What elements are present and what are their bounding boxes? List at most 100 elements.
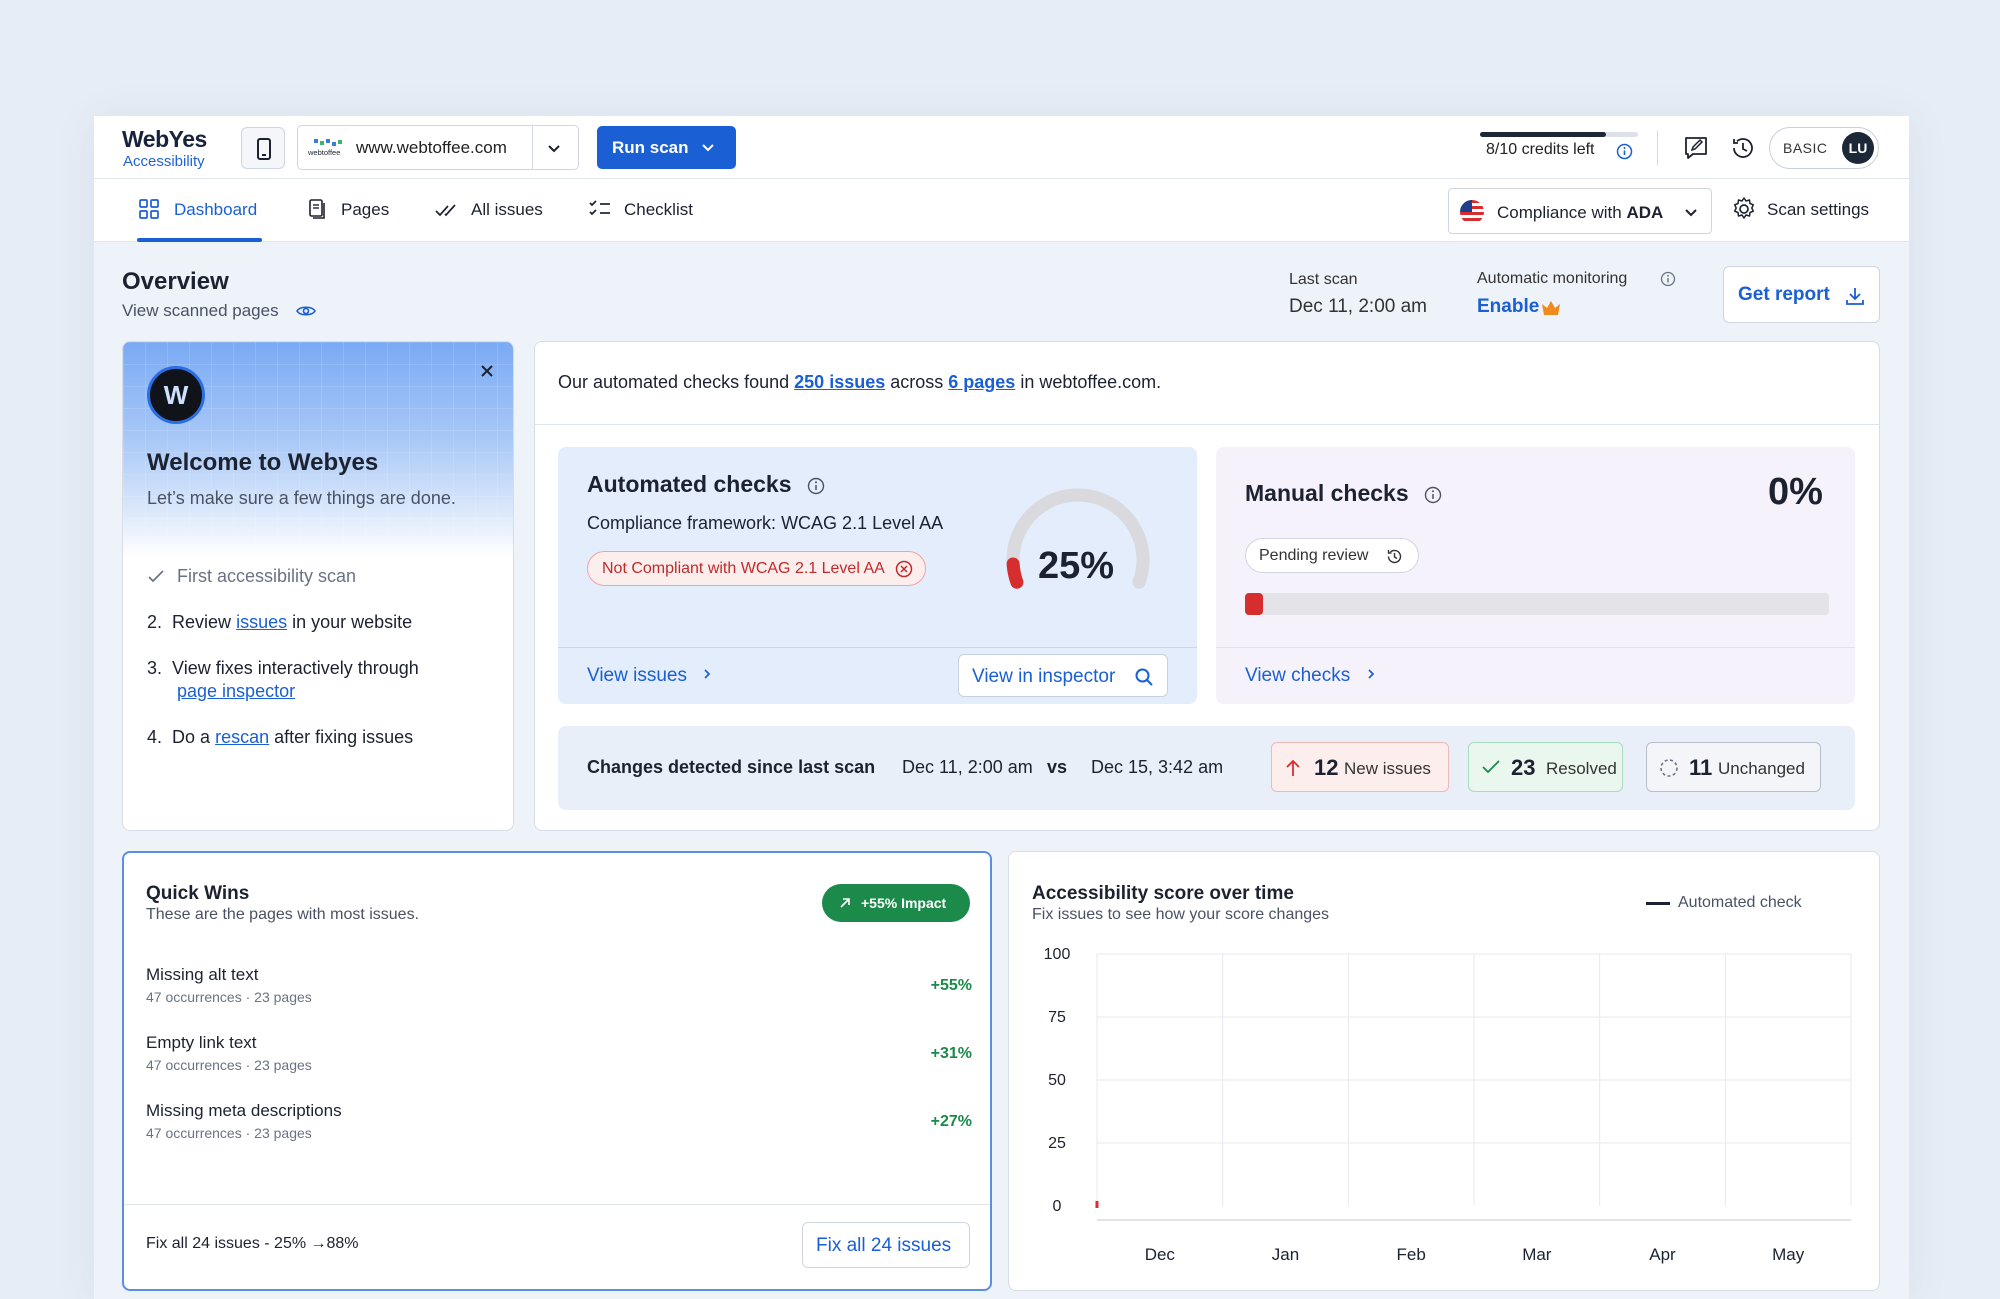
issues-link[interactable]: issues: [236, 612, 287, 632]
chevron-right-icon: [704, 669, 711, 679]
automated-checks-card: Automated checks Compliance framework: W…: [558, 447, 1197, 704]
resolved-label: Resolved: [1546, 759, 1617, 778]
manual-percent: 0%: [1768, 471, 1823, 513]
quick-win-name: Empty link text: [146, 1033, 257, 1052]
info-icon[interactable]: [1660, 271, 1676, 287]
quick-wins-card: Quick Wins These are the pages with most…: [122, 851, 992, 1291]
view-checks-link[interactable]: View checks: [1245, 665, 1378, 687]
info-icon[interactable]: [807, 477, 825, 495]
site-selector[interactable]: webtoffee www.webtoffee.com: [297, 125, 579, 170]
compliance-selector[interactable]: Compliance with ADA: [1448, 188, 1712, 234]
check-icon: [148, 570, 164, 583]
get-report-button[interactable]: Get report: [1723, 266, 1880, 323]
quick-win-meta: 47 occurrences · 23 pages: [146, 989, 312, 1005]
quick-win-meta: 47 occurrences · 23 pages: [146, 1057, 312, 1073]
changes-to-date: Dec 15, 3:42 am: [1091, 757, 1224, 777]
quick-wins-subtitle: These are the pages with most issues.: [146, 906, 420, 923]
brand-logo[interactable]: WebYes: [122, 126, 207, 153]
dashed-circle-icon: [1660, 759, 1678, 777]
tab-label: Dashboard: [174, 200, 258, 219]
tab-bar: Dashboard Pages All issues Checklist Com…: [94, 179, 1909, 242]
changes-card: Changes detected since last scan Dec 11,…: [558, 726, 1855, 810]
quick-wins-title: Quick Wins: [146, 883, 250, 904]
y-tick-label: 75: [1048, 1009, 1066, 1026]
eye-icon[interactable]: [296, 302, 316, 320]
info-icon[interactable]: [1424, 486, 1442, 504]
top-bar: WebYes Accessibility webtoffee www.webto…: [94, 116, 1909, 179]
history-icon[interactable]: [1730, 135, 1756, 161]
chevron-right-icon: [1367, 669, 1374, 679]
device-toggle-button[interactable]: [241, 127, 285, 169]
manual-checks-title: Manual checks: [1245, 480, 1409, 506]
us-flag-icon: [1460, 200, 1484, 224]
resolved-chip[interactable]: 23 Resolved: [1468, 742, 1623, 792]
new-issues-chip[interactable]: 12 New issues: [1271, 742, 1449, 792]
double-check-icon: [435, 204, 456, 217]
view-issues-link[interactable]: View issues: [587, 665, 714, 687]
compliance-framework: Compliance framework: WCAG 2.1 Level AA: [587, 513, 944, 533]
arrow-up-icon: [1286, 759, 1300, 776]
tab-checklist[interactable]: Checklist: [588, 179, 703, 242]
manual-progress-fill: [1245, 593, 1263, 615]
webtoffee-logo: webtoffee: [308, 139, 342, 157]
feedback-icon[interactable]: [1682, 134, 1710, 162]
page-inspector-link[interactable]: page inspector: [177, 681, 295, 701]
close-icon[interactable]: [478, 362, 496, 380]
quick-win-row[interactable]: Empty link text 47 occurrences · 23 page…: [146, 1033, 972, 1093]
credits-progress-bar: [1480, 132, 1638, 137]
welcome-subtitle: Let’s make sure a few things are done.: [147, 488, 456, 508]
checklist-step-3: 3. View fixes interactively through page …: [147, 658, 419, 701]
score-bar: [1095, 1200, 1099, 1208]
compliance-label: Compliance with ADA: [1497, 203, 1664, 222]
quick-win-row[interactable]: Missing alt text 47 occurrences · 23 pag…: [146, 965, 972, 1025]
changes-from-date: Dec 11, 2:00 am: [902, 757, 1033, 777]
enable-monitoring-link[interactable]: Enable: [1477, 296, 1539, 318]
run-scan-label: Run scan: [612, 138, 689, 157]
chevron-down-icon: [1685, 209, 1697, 217]
mobile-icon: [257, 138, 271, 160]
run-scan-button[interactable]: Run scan: [597, 126, 736, 169]
score-chart-card: Accessibility score over time Fix issues…: [1008, 851, 1880, 1291]
summary-line: Our automated checks found 250 issues ac…: [558, 372, 1162, 392]
quick-win-row[interactable]: Missing meta descriptions 47 occurrences…: [146, 1101, 972, 1161]
unchanged-label: Unchanged: [1718, 759, 1805, 778]
avatar: LU: [1842, 132, 1874, 164]
chevron-down-icon: [702, 144, 714, 152]
fix-all-button[interactable]: Fix all 24 issues: [802, 1222, 970, 1268]
divider: [1657, 131, 1658, 165]
plan-label: BASIC: [1783, 140, 1828, 156]
view-scanned-pages-link[interactable]: View scanned pages: [122, 301, 279, 321]
unchanged-chip[interactable]: 11 Unchanged: [1646, 742, 1821, 792]
last-scan-value: Dec 11, 2:00 am: [1289, 296, 1428, 317]
tab-all-issues[interactable]: All issues: [435, 179, 550, 242]
chevron-down-icon: [548, 145, 560, 153]
new-issues-count: 12: [1314, 755, 1339, 780]
divider: [535, 424, 1879, 425]
close-circle-icon: [895, 560, 913, 578]
scan-settings-label: Scan settings: [1767, 200, 1870, 219]
pages-icon: [309, 199, 325, 219]
view-in-inspector-button[interactable]: View in inspector: [958, 654, 1168, 697]
not-compliant-badge: Not Compliant with WCAG 2.1 Level AA: [587, 551, 926, 586]
site-logo-text: webtoffee: [308, 148, 340, 157]
grid-icon: [139, 199, 159, 219]
tab-dashboard[interactable]: Dashboard: [138, 179, 262, 242]
info-icon[interactable]: [1616, 143, 1633, 160]
changes-label: Changes detected since last scan: [587, 757, 876, 777]
issues-count-link[interactable]: 250 issues: [794, 372, 885, 392]
account-menu[interactable]: BASIC LU: [1769, 127, 1879, 169]
welcome-card: W Welcome to Webyes Let’s make sure a fe…: [122, 341, 514, 831]
new-issues-label: New issues: [1344, 759, 1431, 778]
rescan-link[interactable]: rescan: [215, 727, 269, 747]
unchanged-count: 11: [1689, 755, 1713, 780]
impact-label: +55% Impact: [861, 895, 947, 911]
get-report-label: Get report: [1738, 284, 1830, 305]
y-tick-label: 25: [1048, 1135, 1066, 1152]
search-icon: [1135, 668, 1153, 686]
tab-pages[interactable]: Pages: [306, 179, 396, 242]
pending-review-pill: Pending review: [1245, 538, 1419, 573]
check-icon: [1482, 760, 1500, 774]
gauge-fill: [1006, 557, 1024, 589]
pages-count-link[interactable]: 6 pages: [948, 372, 1015, 392]
quick-win-impact: +27%: [930, 1113, 972, 1130]
